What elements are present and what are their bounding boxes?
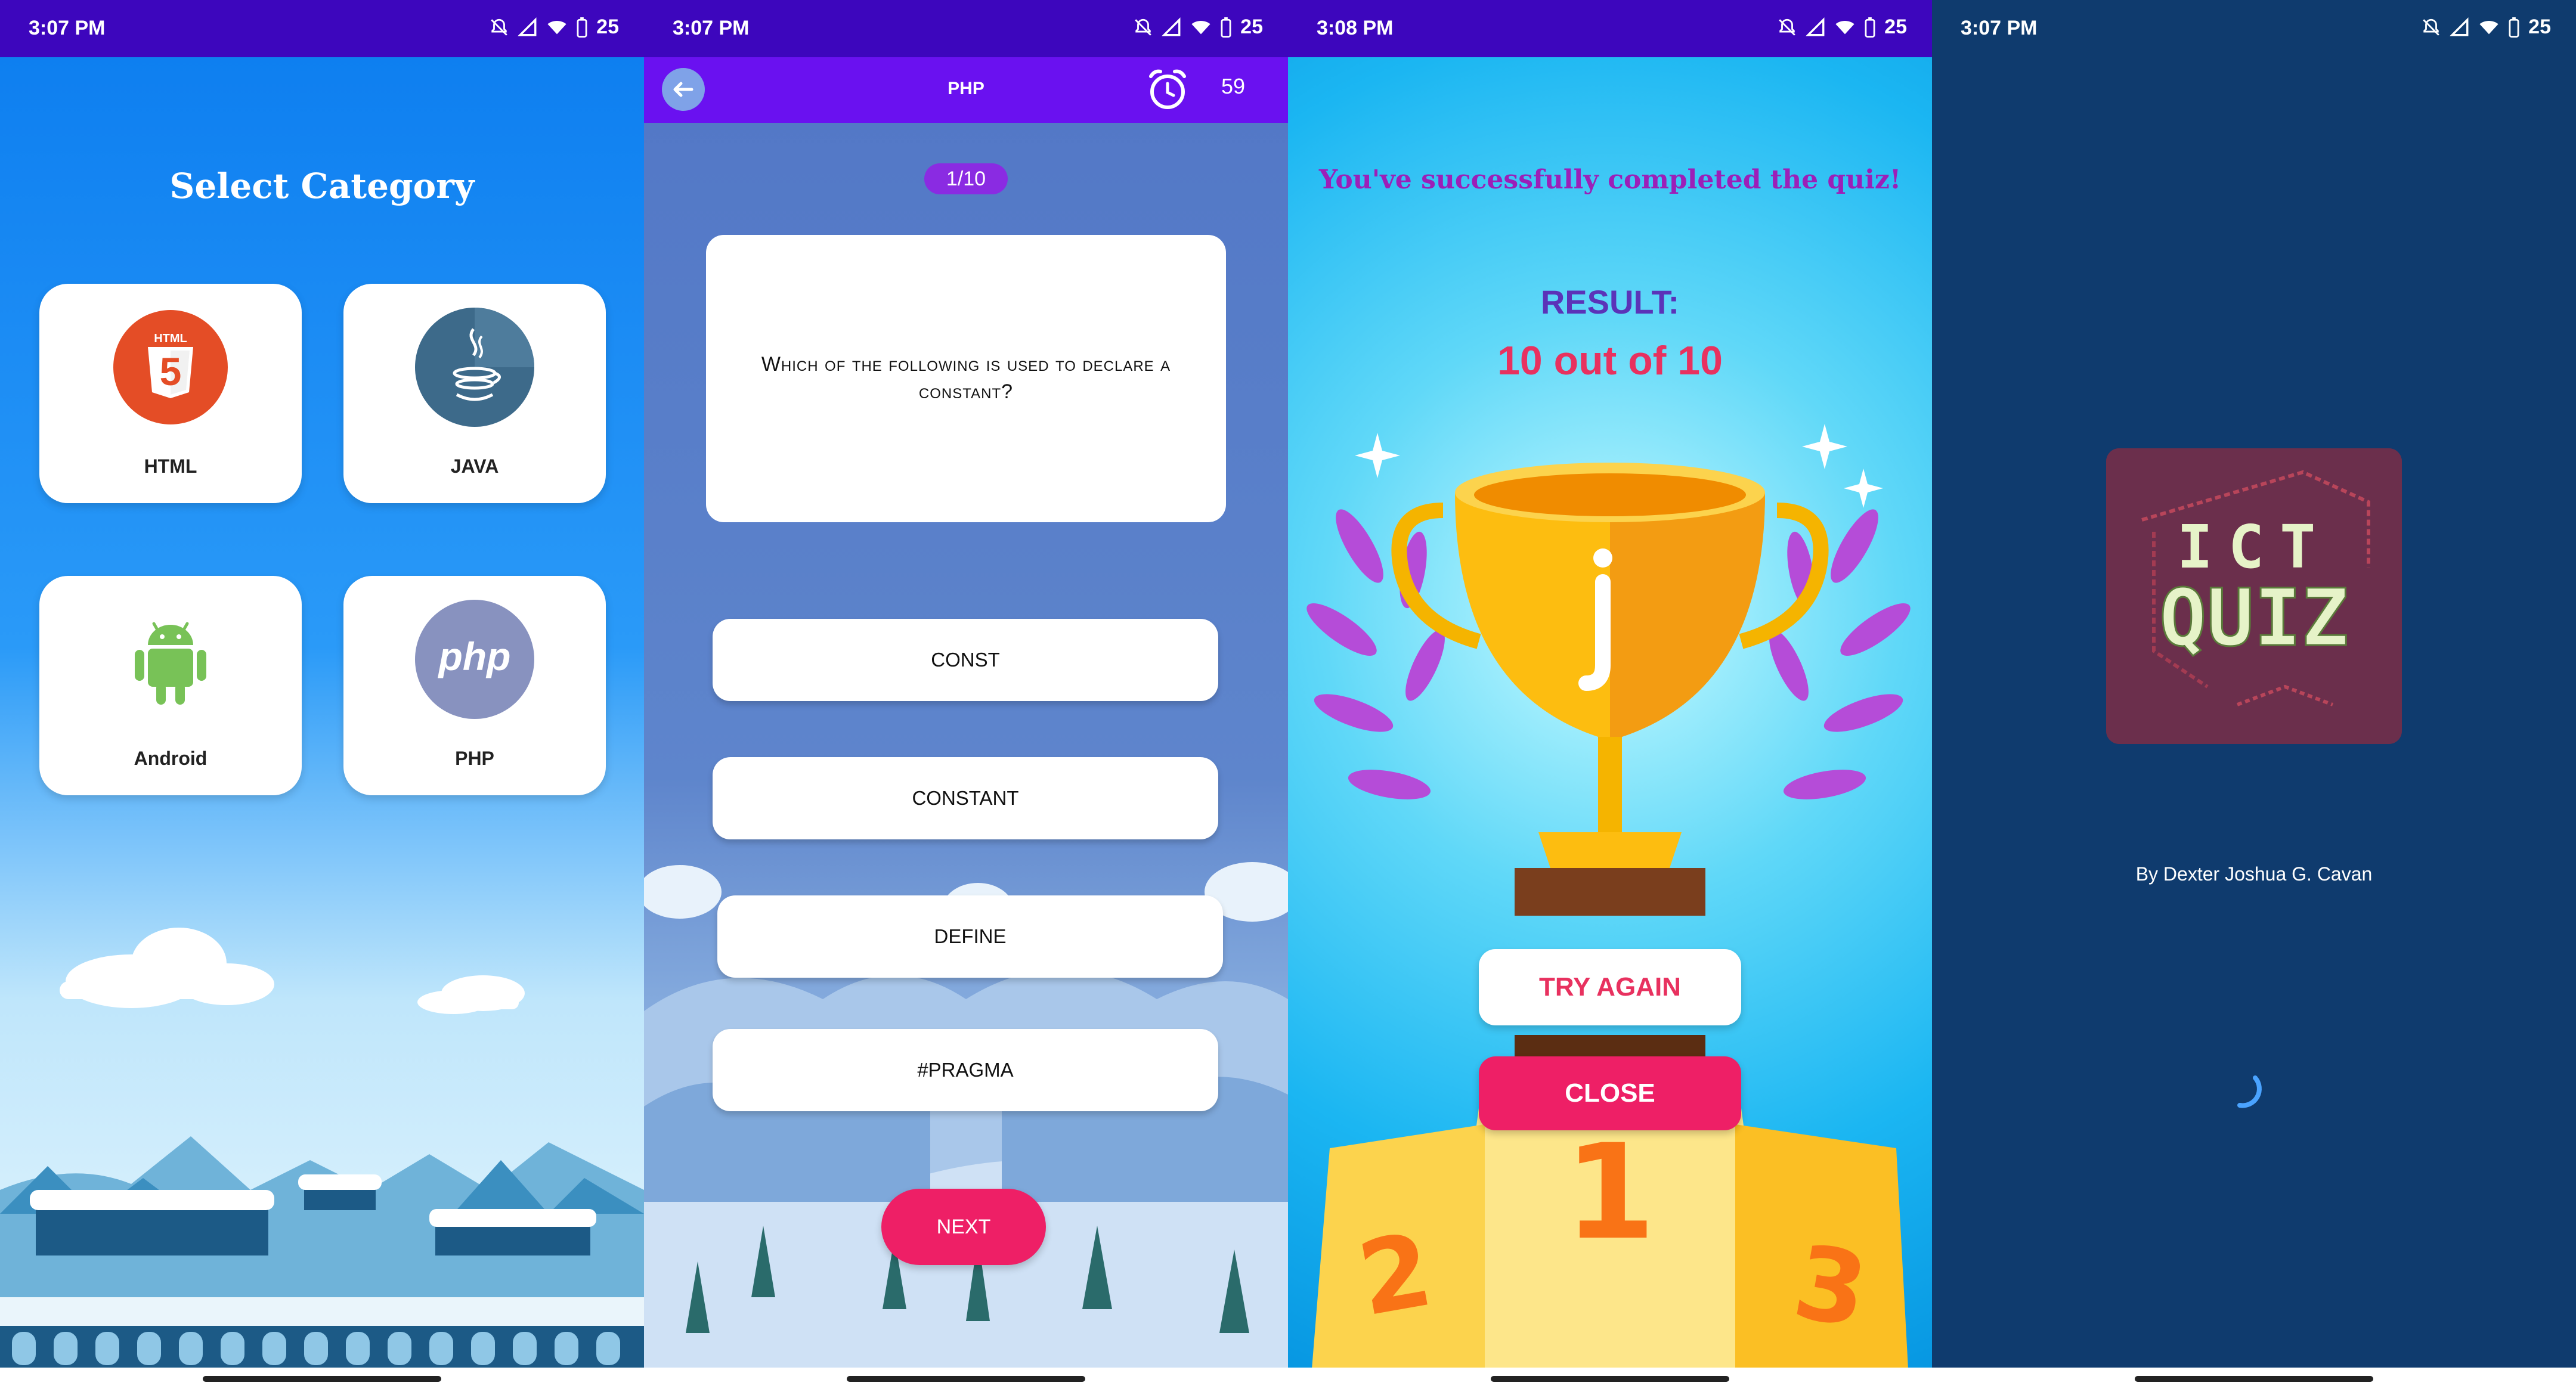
page-title: Select Category xyxy=(169,166,475,206)
android-icon xyxy=(135,622,206,705)
category-screen: 3:07 PM 25 Select Category HTML 5 HTML J… xyxy=(0,0,644,1395)
close-button[interactable]: CLOSE xyxy=(1479,1056,1741,1130)
wifi-icon xyxy=(1191,20,1210,34)
signal-icon xyxy=(2450,17,2469,36)
status-time: 3:08 PM xyxy=(1317,17,1394,39)
alarm-clock-icon xyxy=(1149,69,1186,109)
battery-icon xyxy=(1865,17,1875,38)
wifi-icon xyxy=(547,20,566,34)
quiz-title: PHP xyxy=(948,79,984,98)
ict-quiz-logo-art: ICT QUIZ xyxy=(2106,448,2402,744)
php-icon: php xyxy=(415,600,534,719)
bell-off-icon xyxy=(1135,18,1151,36)
status-time: 3:07 PM xyxy=(29,17,106,39)
battery-icon xyxy=(2509,17,2519,38)
signal-icon xyxy=(518,17,537,36)
status-bar: 3:07 PM 25 xyxy=(0,0,644,57)
status-bar: 3:07 PM 25 xyxy=(644,0,1288,57)
next-button[interactable]: NEXT xyxy=(881,1189,1046,1265)
try-again-button[interactable]: TRY AGAIN xyxy=(1479,949,1741,1025)
question-progress-badge: 1/10 xyxy=(924,163,1008,194)
category-card-java[interactable]: JAVA xyxy=(343,284,606,503)
author-credit: By Dexter Joshua G. Cavan xyxy=(2135,863,2373,885)
signal-icon xyxy=(1162,17,1181,36)
status-time: 3:07 PM xyxy=(673,17,750,39)
quiz-screen: 3:07 PM 25 PHP 59 1/10 Which of the foll… xyxy=(644,0,1288,1395)
score-text: 10 out of 10 xyxy=(1497,338,1723,383)
bell-off-icon xyxy=(491,18,507,36)
html5-icon: HTML 5 xyxy=(113,310,228,424)
home-gesture-bar[interactable] xyxy=(2135,1376,2373,1382)
question-text: Which of the following is used to declar… xyxy=(761,353,1171,403)
bell-off-icon xyxy=(1779,18,1795,36)
home-gesture-bar[interactable] xyxy=(1491,1376,1729,1382)
category-label: PHP xyxy=(455,748,494,769)
quiz-app-bar: PHP 59 xyxy=(644,57,1288,123)
answer-option-3[interactable]: DEFINE xyxy=(717,895,1223,978)
svg-text:5: 5 xyxy=(160,349,182,393)
countdown-timer: 59 xyxy=(1221,74,1246,98)
svg-text:HTML: HTML xyxy=(154,332,187,345)
splash-screen: 3:07 PM 25 ICT QUIZ By Dexter Joshua G. … xyxy=(1932,0,2576,1395)
app-logo: ICT QUIZ xyxy=(2106,448,2402,744)
category-label: HTML xyxy=(144,455,197,477)
wifi-icon xyxy=(2479,20,2498,34)
loading-spinner-icon xyxy=(2237,1075,2262,1108)
question-card: Which of the following is used to declar… xyxy=(706,235,1226,522)
signal-icon xyxy=(1806,17,1825,36)
category-label: JAVA xyxy=(450,455,499,477)
result-label: RESULT: xyxy=(1540,283,1680,321)
java-icon xyxy=(415,308,534,427)
wifi-icon xyxy=(1835,20,1854,34)
home-gesture-bar[interactable] xyxy=(203,1376,441,1382)
result-screen: 3:08 PM 25 You've successfully completed… xyxy=(1288,0,1932,1395)
logo-text-line2: QUIZ xyxy=(2159,572,2349,664)
snow-landscape-illustration xyxy=(0,928,644,1368)
status-bar: 3:07 PM 25 xyxy=(1932,0,2576,57)
category-card-php[interactable]: php PHP xyxy=(343,576,606,795)
battery-level: 25 xyxy=(596,16,619,38)
bell-off-icon xyxy=(2423,18,2439,36)
home-gesture-bar[interactable] xyxy=(847,1376,1085,1382)
battery-level: 25 xyxy=(1884,16,1907,38)
svg-text:php: php xyxy=(438,634,511,678)
status-time: 3:07 PM xyxy=(1961,17,2038,39)
answer-option-1[interactable]: CONST xyxy=(713,619,1218,701)
status-bar: 3:08 PM 25 xyxy=(1288,0,1932,57)
category-card-html[interactable]: HTML 5 HTML xyxy=(39,284,302,503)
category-card-android[interactable]: Android xyxy=(39,576,302,795)
svg-text:1: 1 xyxy=(1564,1116,1655,1269)
battery-icon xyxy=(577,17,587,38)
battery-icon xyxy=(1221,17,1231,38)
answer-option-2[interactable]: CONSTANT xyxy=(713,757,1218,839)
answer-option-4[interactable]: #PRAGMA xyxy=(713,1029,1218,1111)
logo-text-line1: ICT xyxy=(2177,512,2332,582)
success-message: You've successfully completed the quiz! xyxy=(1318,165,1902,195)
battery-level: 25 xyxy=(2528,16,2551,38)
battery-level: 25 xyxy=(1240,16,1263,38)
trophy-podium-illustration: 1 2 3 xyxy=(1306,424,1911,1368)
category-label: Android xyxy=(134,748,208,769)
